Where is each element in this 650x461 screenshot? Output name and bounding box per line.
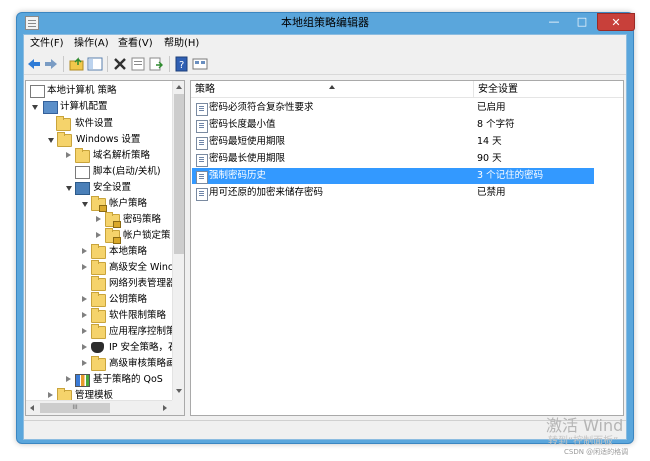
toolbar-separator (107, 56, 108, 72)
menu-bar: 文件(F) 操作(A) 查看(V) 帮助(H) (24, 35, 626, 53)
folder-icon (91, 260, 106, 275)
policy-value: 8 个字符 (477, 119, 515, 130)
policy-name: 用可还原的加密来储存密码 (209, 187, 324, 198)
lock-folder-icon (105, 212, 121, 228)
table-row-selected[interactable]: 强制密码历史 3 个记住的密码 (192, 168, 594, 184)
show-hide-tree-icon[interactable] (87, 56, 103, 72)
policy-name: 密码最长使用期限 (209, 153, 286, 164)
collapse-arrow-icon[interactable] (96, 232, 101, 238)
collapse-arrow-icon[interactable] (82, 296, 87, 302)
menu-action[interactable]: 操作(A) (72, 37, 111, 51)
policy-value: 14 天 (477, 136, 502, 147)
scroll-thumb[interactable] (174, 94, 184, 254)
folder-icon (91, 276, 106, 291)
folder-icon (57, 132, 72, 147)
table-row[interactable]: 密码最短使用期限 14 天 (192, 134, 622, 150)
folder-icon (91, 292, 106, 307)
table-row[interactable]: 密码长度最小值 8 个字符 (192, 117, 622, 133)
collapse-arrow-icon[interactable] (82, 248, 87, 254)
collapse-arrow-icon[interactable] (66, 376, 71, 382)
toolbar: ? (24, 53, 626, 75)
collapse-arrow-icon[interactable] (82, 344, 87, 350)
policy-value: 3 个记住的密码 (477, 170, 544, 181)
policy-icon (196, 137, 208, 150)
folder-icon (91, 356, 106, 371)
table-row[interactable]: 密码必须符合复杂性要求 已启用 (192, 100, 622, 116)
expand-arrow-icon[interactable] (82, 202, 88, 207)
policy-value: 90 天 (477, 153, 502, 164)
folder-icon (91, 308, 106, 323)
policy-value: 已启用 (477, 102, 506, 113)
scroll-thumb[interactable]: III (40, 403, 110, 413)
toolbar-separator (63, 56, 64, 72)
folder-icon (91, 244, 106, 259)
tree-vertical-scrollbar[interactable] (172, 81, 184, 400)
lock-folder-icon (91, 196, 107, 212)
collapse-arrow-icon[interactable] (48, 392, 53, 398)
tree-pane[interactable]: 本地计算机 策略 计算机配置 软件设置 Windows 设置 域名解析策略 脚本… (25, 80, 185, 416)
maximize-button[interactable]: □ (569, 13, 595, 31)
credit-text: CSDN @闲适的格调 (564, 448, 629, 456)
lock-folder-icon (105, 228, 121, 244)
table-row[interactable]: 密码最长使用期限 90 天 (192, 151, 622, 167)
policy-icon (196, 188, 208, 201)
policy-name: 密码长度最小值 (209, 119, 276, 130)
collapse-arrow-icon[interactable] (96, 216, 101, 222)
forward-icon[interactable] (43, 56, 59, 72)
script-icon (75, 166, 90, 179)
tree-horizontal-scrollbar[interactable]: III (26, 400, 172, 415)
collapse-arrow-icon[interactable] (82, 328, 87, 334)
policy-value: 已禁用 (477, 187, 506, 198)
collapse-arrow-icon[interactable] (82, 264, 87, 270)
properties-icon[interactable] (130, 56, 146, 72)
scroll-down-icon[interactable] (176, 389, 182, 393)
back-icon[interactable] (26, 56, 42, 72)
export-list-icon[interactable] (148, 56, 164, 72)
scroll-corner (172, 400, 184, 415)
policy-document-icon (30, 85, 45, 98)
table-row[interactable]: 用可还原的加密来储存密码 已禁用 (192, 185, 622, 201)
svg-text:?: ? (179, 60, 184, 71)
status-bar (24, 420, 626, 438)
expand-arrow-icon[interactable] (66, 186, 72, 191)
folder-icon (75, 148, 90, 163)
title-bar[interactable]: 本地组策略编辑器 — □ ✕ (17, 13, 635, 33)
scroll-right-icon[interactable] (163, 405, 167, 411)
bar-chart-icon (75, 374, 90, 387)
minimize-button[interactable]: — (541, 13, 567, 31)
scroll-left-icon[interactable] (30, 405, 34, 411)
help-icon[interactable]: ? (174, 56, 190, 72)
expand-arrow-icon[interactable] (32, 105, 38, 110)
policy-name: 密码必须符合复杂性要求 (209, 102, 314, 113)
menu-file[interactable]: 文件(F) (28, 37, 66, 51)
view-icon[interactable] (192, 56, 208, 72)
toolbar-separator (169, 56, 170, 72)
policy-icon (196, 120, 208, 133)
folder-icon (91, 324, 106, 339)
column-header-security-setting[interactable]: 安全设置 (474, 81, 623, 98)
policy-icon (196, 171, 208, 184)
menu-view[interactable]: 查看(V) (116, 37, 155, 51)
sort-ascending-icon (329, 85, 335, 89)
policy-list-pane[interactable]: 策略 安全设置 密码必须符合复杂性要求 已启用 密码长度最小值 8 个字符 密码… (190, 80, 624, 416)
delete-icon[interactable] (112, 56, 128, 72)
policy-icon (196, 103, 208, 116)
menu-help[interactable]: 帮助(H) (162, 37, 201, 51)
collapse-arrow-icon[interactable] (66, 152, 71, 158)
column-header-policy[interactable]: 策略 (191, 81, 473, 98)
computer-icon (43, 101, 58, 114)
collapse-arrow-icon[interactable] (82, 312, 87, 318)
security-settings-icon (75, 182, 90, 195)
close-button[interactable]: ✕ (597, 13, 635, 31)
collapse-arrow-icon[interactable] (82, 360, 87, 366)
expand-arrow-icon[interactable] (48, 138, 54, 143)
folder-icon (56, 116, 71, 131)
up-folder-icon[interactable] (69, 56, 85, 72)
activation-subtext: 转到“控制面板” (548, 436, 619, 447)
policy-name: 强制密码历史 (209, 170, 267, 181)
policy-icon (196, 154, 208, 167)
ip-security-icon (91, 342, 104, 353)
scroll-up-icon[interactable] (176, 85, 182, 89)
policy-name: 密码最短使用期限 (209, 136, 286, 147)
